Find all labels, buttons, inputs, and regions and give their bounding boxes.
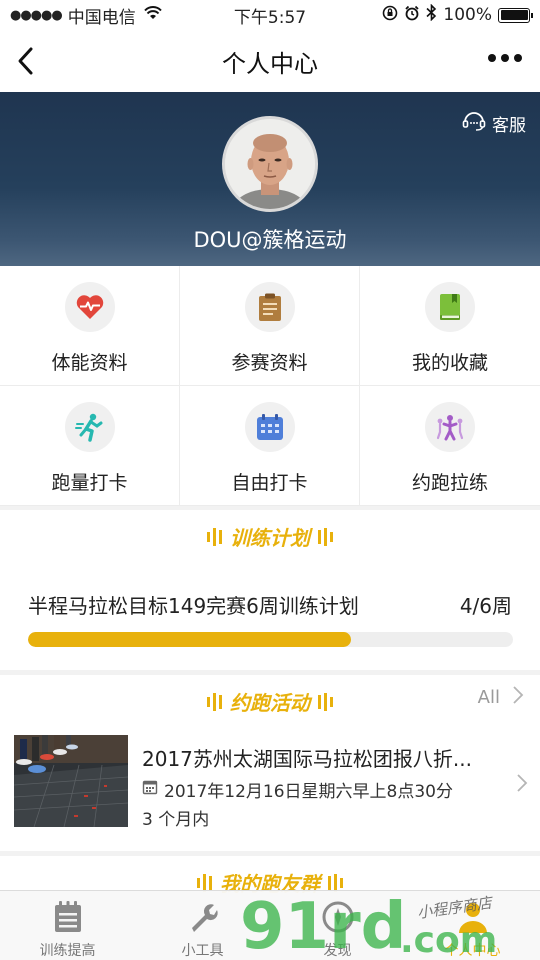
customer-service-label: 客服 — [492, 116, 526, 136]
calendar-small-icon — [142, 779, 158, 800]
clipboard-icon — [244, 282, 295, 332]
all-activities-link[interactable]: All — [478, 685, 524, 710]
tab-tools[interactable]: 小工具 — [135, 891, 270, 960]
wifi-icon — [143, 6, 162, 24]
customer-service-button[interactable]: 客服 — [462, 110, 526, 137]
tab-profile[interactable]: 个人中心 — [405, 891, 540, 960]
nav-bar: 个人中心 — [0, 30, 540, 92]
grid-item-group-training[interactable]: 约跑拉练 — [360, 386, 540, 506]
event-thumbnail — [14, 735, 128, 827]
grid-item-label: 参赛资料 — [231, 352, 308, 374]
group-run-icon — [425, 402, 475, 452]
section-title: 训练计划 — [230, 526, 310, 550]
grid-item-label: 体能资料 — [51, 352, 128, 374]
tab-label: 小工具 — [181, 943, 224, 959]
event-title: 2017苏州太湖国际马拉松团报八折... — [142, 747, 472, 771]
activity-list-item[interactable]: 2017苏州太湖国际马拉松团报八折... 2017年12月16日星期六早上8点3… — [0, 733, 540, 830]
event-date: 2017年12月16日星期六早上8点30分 — [164, 782, 453, 802]
heart-pulse-icon — [64, 282, 115, 332]
book-icon — [425, 282, 475, 332]
plan-weeks: 4/6周 — [459, 594, 512, 618]
feature-grid: 体能资料 参赛资料 我的收藏 跑量打卡 自由打卡 约跑拉练 — [0, 266, 540, 506]
signal-dots-icon: ●●●●● — [10, 7, 63, 23]
decor-bars-icon — [207, 527, 222, 546]
runner-icon — [64, 402, 115, 452]
calendar-icon — [244, 402, 295, 452]
more-dots-icon[interactable] — [488, 54, 522, 62]
grid-item-label: 自由打卡 — [231, 472, 308, 494]
tab-training[interactable]: 训练提高 — [0, 891, 135, 960]
compass-icon — [320, 899, 356, 934]
plan-progress-bar — [28, 632, 513, 647]
grid-item-favorites[interactable]: 我的收藏 — [360, 266, 540, 386]
section-title: 约跑活动 — [230, 691, 310, 715]
profile-header: 客服 DOU@簇格运动 — [0, 92, 540, 266]
tab-label: 训练提高 — [39, 943, 96, 959]
decor-bars-icon — [318, 692, 333, 711]
plan-progress-fill — [28, 632, 352, 647]
tab-label: 发现 — [323, 943, 352, 959]
grid-item-label: 跑量打卡 — [51, 472, 128, 494]
battery-icon — [498, 7, 533, 23]
carrier-label: 中国电信 — [67, 7, 136, 28]
page-title: 个人中心 — [222, 49, 318, 78]
chevron-right-icon — [516, 773, 528, 797]
tab-discover[interactable]: 发现 — [270, 891, 405, 960]
grid-item-fitness-data[interactable]: 体能资料 — [0, 266, 180, 386]
wrench-icon — [185, 899, 221, 934]
decor-bars-icon — [328, 873, 343, 892]
battery-percent: 100% — [443, 5, 492, 25]
grid-item-label: 约跑拉练 — [411, 472, 488, 494]
alarm-icon — [404, 5, 420, 26]
grid-item-label: 我的收藏 — [411, 352, 488, 374]
grid-item-race-data[interactable]: 参赛资料 — [180, 266, 360, 386]
tab-label: 个人中心 — [444, 943, 501, 959]
back-chevron-icon[interactable] — [14, 44, 38, 78]
activity-heading: 约跑活动 — [0, 687, 540, 716]
headset-chat-icon — [462, 110, 486, 137]
run-activity-section: 约跑活动 All 2017苏州太湖国际马拉松团报八折... 2017年12月16… — [0, 675, 540, 851]
decor-bars-icon — [318, 527, 333, 546]
bluetooth-icon — [426, 3, 437, 26]
avatar[interactable] — [222, 116, 318, 212]
decor-bars-icon — [207, 692, 222, 711]
username: DOU@簇格运动 — [193, 228, 347, 252]
event-date-row: 2017年12月16日星期六早上8点30分 — [142, 777, 453, 802]
rotation-lock-icon — [382, 5, 398, 26]
notepad-icon — [50, 899, 86, 934]
tab-bar: 训练提高 小工具 发现 个人中心 — [0, 890, 540, 960]
decor-bars-icon — [197, 873, 212, 892]
status-bar: ●●●●● 中国电信 下午5:57 100% — [0, 0, 540, 30]
chevron-right-icon — [512, 685, 524, 710]
grid-item-mileage-checkin[interactable]: 跑量打卡 — [0, 386, 180, 506]
person-icon — [455, 899, 491, 934]
event-timeframe: 3 个月内 — [142, 810, 210, 830]
all-label: All — [477, 687, 500, 708]
plan-name: 半程马拉松目标149完赛6周训练计划 — [28, 594, 359, 618]
grid-item-free-checkin[interactable]: 自由打卡 — [180, 386, 360, 506]
training-plan-heading: 训练计划 — [0, 522, 540, 551]
